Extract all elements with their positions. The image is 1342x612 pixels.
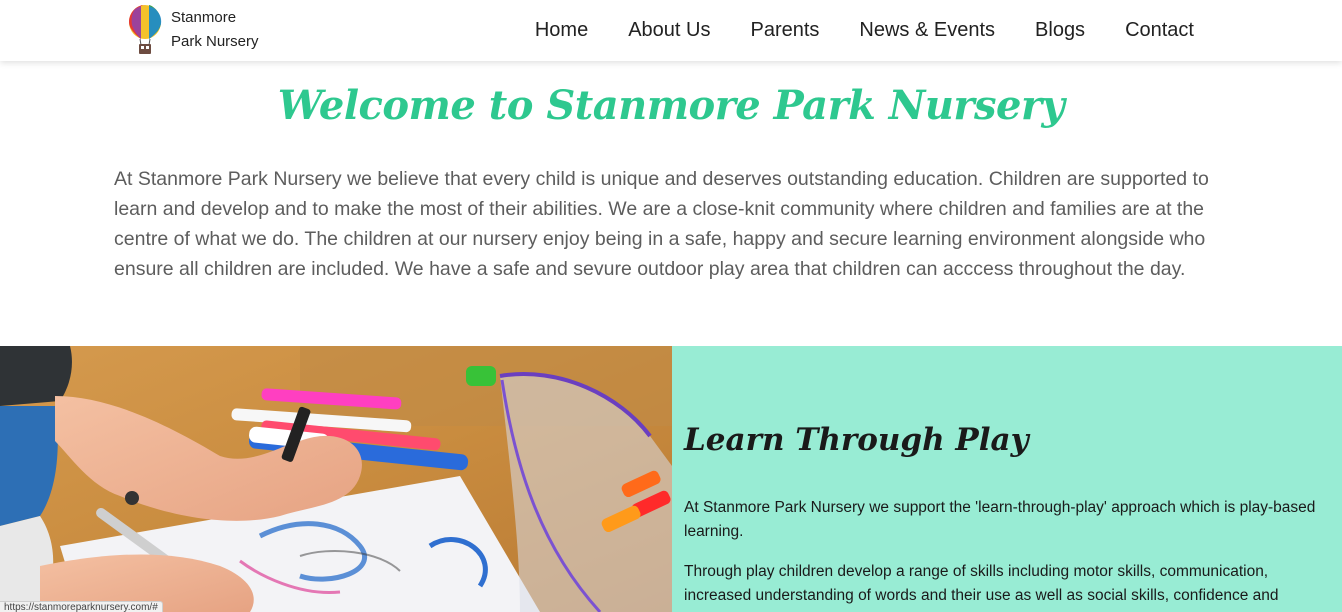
child-drawing-photo xyxy=(0,346,672,612)
nav-contact[interactable]: Contact xyxy=(1125,19,1194,42)
hot-air-balloon-icon xyxy=(128,3,164,57)
nav-parents[interactable]: Parents xyxy=(750,19,819,42)
nav-about-us[interactable]: About Us xyxy=(628,19,710,42)
welcome-intro: At Stanmore Park Nursery we believe that… xyxy=(114,168,1209,280)
learn-paragraph-1: At Stanmore Park Nursery we support the … xyxy=(684,499,1316,540)
link-status-bar: https://stanmoreparknursery.com/# xyxy=(0,601,163,612)
brand-line-2: Park Nursery xyxy=(171,33,259,50)
learn-through-play-heading: Learn Through Play xyxy=(684,422,1029,458)
brand-logo-link[interactable]: Stanmore Park Nursery xyxy=(128,2,278,58)
nav-news-events[interactable]: News & Events xyxy=(859,19,995,42)
learn-through-play-panel: Learn Through Play At Stanmore Park Nurs… xyxy=(672,346,1342,612)
brand-name: Stanmore Park Nursery xyxy=(171,6,259,54)
welcome-heading: Welcome to Stanmore Park Nursery xyxy=(277,82,1065,129)
top-navbar: Stanmore Park Nursery Home About Us Pare… xyxy=(0,0,1342,61)
main-nav: Home About Us Parents News & Events Blog… xyxy=(535,0,1194,61)
brand-line-1: Stanmore xyxy=(171,9,237,26)
nav-home[interactable]: Home xyxy=(535,19,588,42)
learn-paragraph-2: Through play children develop a range of… xyxy=(684,563,1279,604)
nav-blogs[interactable]: Blogs xyxy=(1035,19,1085,42)
